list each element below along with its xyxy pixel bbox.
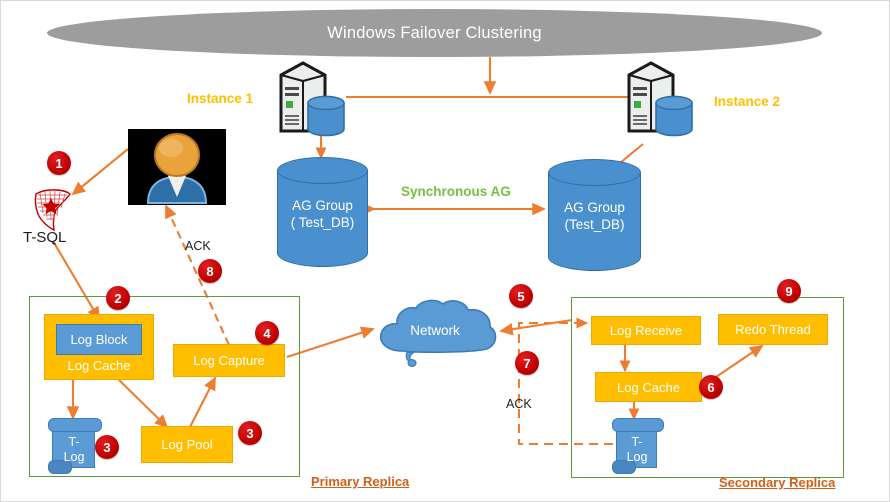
primary-log-block-box[interactable]: Log Block (56, 324, 142, 355)
ack-label-primary: ACK (185, 239, 211, 253)
diagram-canvas: Windows Failover Clustering Instance 1 I… (0, 0, 890, 502)
cluster-banner: Windows Failover Clustering (47, 9, 822, 57)
secondary-tlog-line1: T- (631, 434, 643, 449)
step-badge-3a: 3 (95, 435, 119, 459)
log-capture-box[interactable]: Log Capture (173, 344, 285, 377)
server-icon-instance-1 (273, 59, 349, 139)
step-badge-8: 8 (198, 259, 222, 283)
cluster-banner-label: Windows Failover Clustering (327, 23, 542, 42)
log-pool-label: Log Pool (161, 437, 213, 452)
log-pool-box[interactable]: Log Pool (141, 426, 233, 463)
primary-log-block-label: Log Block (70, 332, 128, 347)
primary-replica-label: Primary Replica (311, 474, 410, 489)
instance-2-label: Instance 2 (714, 94, 781, 109)
server-icon-instance-2 (621, 59, 697, 139)
secondary-log-cache-label: Log Cache (617, 379, 680, 395)
step-badge-6: 6 (699, 375, 723, 399)
ack-label-secondary: ACK (506, 397, 532, 411)
primary-tlog-line2: Log (63, 449, 85, 464)
secondary-log-cache-box[interactable]: Log Cache (595, 372, 702, 402)
primary-tlog-line1: T- (68, 434, 80, 449)
ag-group-cylinder-primary: AG Group ( Test_DB) (277, 157, 368, 267)
step-badge-4: 4 (255, 321, 279, 345)
secondary-tlog-icon: T- Log (612, 418, 664, 474)
log-receive-label: Log Receive (609, 323, 683, 338)
ag-secondary-line2: (Test_DB) (564, 217, 625, 233)
instance-1-label: Instance 1 (187, 91, 254, 106)
step-badge-1: 1 (47, 151, 71, 175)
log-receive-box[interactable]: Log Receive (591, 316, 701, 345)
redo-thread-box[interactable]: Redo Thread (718, 314, 828, 345)
ag-group-cylinder-secondary: AG Group (Test_DB) (548, 159, 641, 271)
synchronous-ag-label: Synchronous AG (401, 184, 511, 199)
primary-log-cache-box[interactable]: Log Block Log Cache (44, 314, 154, 380)
network-cloud: Network (369, 295, 501, 369)
step-badge-7: 7 (515, 351, 539, 375)
sql-server-icon (26, 186, 81, 234)
step-badge-3b: 3 (238, 421, 262, 445)
ag-primary-line2: ( Test_DB) (290, 214, 355, 230)
step-badge-5: 5 (509, 284, 533, 308)
redo-thread-label: Redo Thread (735, 322, 811, 337)
log-capture-label: Log Capture (193, 353, 265, 368)
user-avatar (128, 129, 226, 205)
primary-log-cache-label: Log Cache (67, 358, 131, 373)
step-badge-2: 2 (106, 286, 130, 310)
ag-primary-line1: AG Group (292, 197, 353, 213)
ag-secondary-line1: AG Group (564, 200, 625, 216)
network-label: Network (410, 323, 460, 338)
primary-tlog-icon: T- Log (48, 418, 102, 474)
step-badge-9: 9 (777, 279, 801, 303)
secondary-tlog-line2: Log (626, 449, 648, 464)
